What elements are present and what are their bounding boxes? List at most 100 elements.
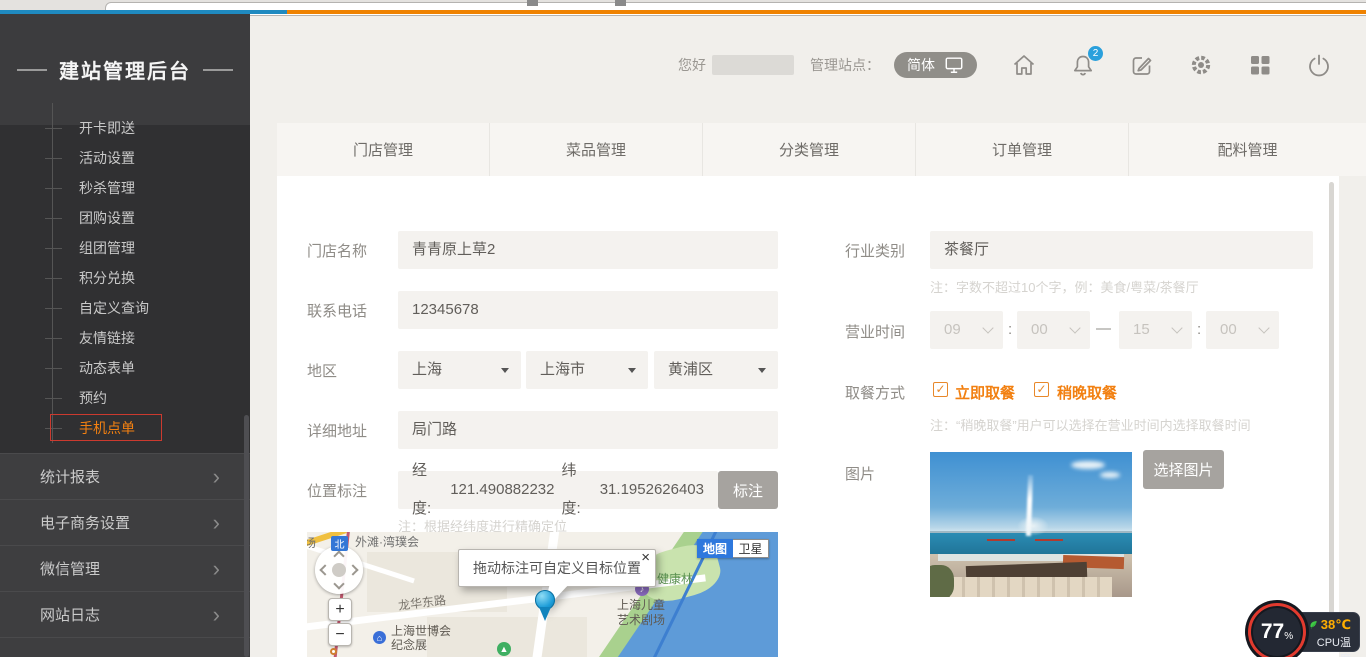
notifications-button[interactable]: 2	[1070, 52, 1096, 78]
power-icon	[1306, 52, 1332, 78]
home-button[interactable]	[1011, 52, 1037, 78]
sidebar-item-mobile-order-active[interactable]: 手机点单	[0, 413, 250, 443]
map-label-theater: 上海儿童 艺术剧场	[617, 598, 665, 628]
sidebar-item-card-gift[interactable]: 开卡即送	[0, 113, 250, 143]
pickup-now-label[interactable]: 立即取餐	[955, 382, 1015, 403]
map-type-toggle: 地图 卫星	[697, 539, 769, 558]
district-select[interactable]: 黄浦区	[654, 351, 778, 389]
open-hour-select[interactable]: 09	[930, 311, 1003, 349]
map-pin[interactable]	[535, 590, 555, 610]
map-view-button[interactable]: 地图	[697, 539, 733, 558]
sidebar-item-reservation[interactable]: 预约	[0, 383, 250, 413]
photo-cloud	[1071, 461, 1105, 469]
map-label-forest: 健康林	[657, 570, 693, 587]
sidebar-item-dynamic-form[interactable]: 动态表单	[0, 353, 250, 383]
store-form-card: 门店名称 青青原上草2 联系电话 12345678 地区 上海 上海市 黄浦区 …	[277, 176, 1339, 657]
zoom-in-button[interactable]: +	[328, 598, 352, 621]
sidebar: 建站管理后台 开卡即送 活动设置 秒杀管理 团购设置 组团管理 积分兑换 自定义…	[0, 14, 250, 657]
map-poi-ring	[330, 648, 337, 655]
apps-button[interactable]	[1247, 52, 1273, 78]
sidebar-section-stats[interactable]: 统计报表 ›	[0, 453, 250, 499]
sidebar-item-groupbuy[interactable]: 团购设置	[0, 203, 250, 233]
mark-location-button[interactable]: 标注	[718, 471, 778, 509]
sidebar-item-label: 团购设置	[79, 210, 135, 226]
open-minute-value: 00	[1031, 321, 1048, 338]
gear-icon	[1188, 52, 1214, 78]
map-label-expo-line1: 上海世博会	[391, 624, 451, 638]
pickup-now-checkbox[interactable]: ✓	[933, 382, 948, 397]
logout-button[interactable]	[1306, 52, 1332, 78]
phone-input[interactable]: 12345678	[398, 291, 778, 329]
sidebar-item-activity[interactable]: 活动设置	[0, 143, 250, 173]
zoom-out-button[interactable]: −	[328, 623, 352, 646]
tab-order-management[interactable]: 订单管理	[916, 123, 1129, 176]
sidebar-item-label: 积分兑换	[79, 270, 135, 286]
tooltip-close-icon[interactable]: ×	[641, 550, 650, 566]
location-label: 位置标注	[307, 480, 367, 501]
sidebar-section-ecommerce[interactable]: 电子商务设置 ›	[0, 499, 250, 545]
pan-left-icon[interactable]	[319, 564, 330, 575]
sidebar-item-points[interactable]: 积分兑换	[0, 263, 250, 293]
sidebar-item-custom-query[interactable]: 自定义查询	[0, 293, 250, 323]
hours-label: 营业时间	[845, 321, 905, 342]
tab-store-management[interactable]: 门店管理	[277, 123, 490, 176]
pan-up-icon[interactable]	[333, 550, 344, 561]
sidebar-section-partial	[0, 637, 250, 657]
satellite-view-button[interactable]: 卫星	[733, 539, 769, 558]
username-redacted	[712, 55, 794, 75]
sidebar-item-seckill[interactable]: 秒杀管理	[0, 173, 250, 203]
city-select[interactable]: 上海市	[526, 351, 648, 389]
open-hour-value: 09	[944, 321, 961, 338]
photo-fountain-mist	[1017, 516, 1049, 536]
content-scrollbar[interactable]	[1329, 182, 1334, 650]
tab-dish-management[interactable]: 菜品管理	[490, 123, 703, 176]
sidebar-sections: 统计报表 › 电子商务设置 › 微信管理 › 网站日志 ›	[0, 453, 250, 657]
map-label-bund: 外滩·湾璞会	[355, 533, 419, 550]
chevron-right-icon: ›	[213, 512, 220, 534]
tab-label: 订单管理	[992, 139, 1052, 160]
header-bar: 您好 管理站点： 简体 2	[678, 50, 1332, 80]
pickup-later-label[interactable]: 稍晚取餐	[1057, 382, 1117, 403]
photo-red-detail	[987, 539, 1015, 541]
store-name-input[interactable]: 青青原上草2	[398, 231, 778, 269]
close-hour-select[interactable]: 15	[1119, 311, 1192, 349]
section-label: 统计报表	[40, 466, 100, 487]
sidebar-section-wechat[interactable]: 微信管理 ›	[0, 545, 250, 591]
pickup-later-checkbox[interactable]: ✓	[1034, 382, 1049, 397]
tab-ingredient-management[interactable]: 配料管理	[1129, 123, 1366, 176]
map-panel[interactable]: 场 外滩·湾璞会 龙华东路 ⌂ 上海世博会 纪念展 ▲ 健康林 ♪ 上海儿童 艺…	[307, 532, 778, 657]
time-colon: :	[1008, 321, 1012, 338]
lng-value: 121.490882232	[450, 471, 554, 509]
language-site-pill[interactable]: 简体	[894, 52, 977, 78]
province-select[interactable]: 上海	[398, 351, 521, 389]
sidebar-item-links[interactable]: 友情链接	[0, 323, 250, 353]
active-item-border	[50, 414, 162, 441]
lat-value: 31.1952626403	[600, 471, 704, 509]
edit-button[interactable]	[1129, 52, 1155, 78]
sidebar-item-group-manage[interactable]: 组团管理	[0, 233, 250, 263]
industry-note: 注：字数不超过10个字，例：美食/粤菜/茶餐厅	[930, 277, 1199, 296]
manage-site-label: 管理站点：	[810, 55, 880, 75]
sidebar-scrollbar[interactable]	[244, 415, 249, 657]
photo-cloud	[1100, 472, 1120, 478]
industry-input[interactable]: 茶餐厅	[930, 231, 1313, 269]
close-minute-select[interactable]: 00	[1206, 311, 1279, 349]
open-minute-select[interactable]: 00	[1017, 311, 1090, 349]
tabbar: 门店管理 菜品管理 分类管理 订单管理 配料管理	[277, 123, 1366, 176]
accent-line-orange	[287, 10, 1366, 14]
edit-icon	[1129, 52, 1155, 78]
pickup-note: 注：“稍晚取餐”用户可以选择在营业时间内选择取餐时间	[930, 415, 1251, 434]
choose-image-button[interactable]: 选择图片	[1143, 450, 1224, 489]
cpu-usage-gauge[interactable]: 77 %	[1248, 603, 1306, 657]
pan-right-icon[interactable]	[347, 564, 358, 575]
coordinates-input[interactable]: 经度: 121.490882232 纬度: 31.1952626403	[398, 471, 718, 509]
address-input[interactable]: 局门路	[398, 411, 778, 449]
map-compass-control[interactable]	[315, 546, 363, 594]
pan-down-icon[interactable]	[333, 578, 344, 589]
settings-button[interactable]	[1188, 52, 1214, 78]
sidebar-section-logs[interactable]: 网站日志 ›	[0, 591, 250, 637]
cpu-usage-value: 77	[1261, 620, 1284, 644]
title-dash-right	[203, 69, 233, 71]
compass-center[interactable]	[332, 563, 346, 577]
tab-category-management[interactable]: 分类管理	[703, 123, 916, 176]
